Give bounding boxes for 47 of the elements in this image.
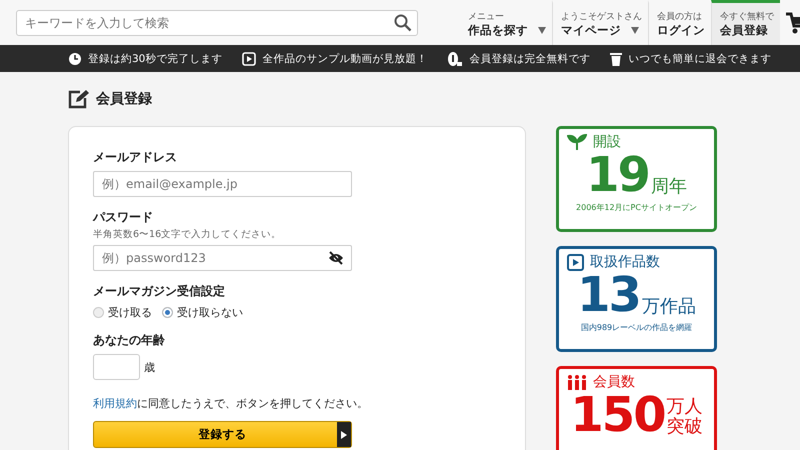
benefit-text: 会員登録は完全無料です: [469, 52, 590, 66]
search-icon[interactable]: [394, 14, 412, 32]
stat-unit: 万作品: [642, 297, 696, 319]
terms-link[interactable]: 利用規約: [93, 397, 137, 410]
benefit-text: いつでも簡単に退会できます: [628, 52, 772, 66]
search-field[interactable]: キーワードを入力して検索: [16, 10, 418, 36]
sprout-icon: [567, 134, 587, 150]
clock-icon: [68, 52, 82, 66]
caret-icon: [538, 27, 546, 34]
coin-icon: [447, 50, 464, 66]
play-icon: [567, 254, 584, 270]
page-title: 会員登録: [96, 90, 152, 108]
register-button[interactable]: 登録する: [93, 421, 352, 448]
nav-link[interactable]: メニュー 作品を探す: [460, 0, 552, 45]
nav-link[interactable]: 今すぐ無料で 会員登録: [711, 0, 780, 45]
field-label: あなたの年齢: [93, 332, 166, 349]
edit-icon: [68, 89, 90, 109]
age-field[interactable]: [93, 354, 140, 380]
age-unit: 歳: [144, 360, 155, 374]
people-icon: [567, 374, 587, 390]
terms-text: 利用規約に同意したうえで、ボタンを押してください。: [93, 396, 369, 411]
field-label: メールアドレス: [93, 149, 178, 166]
play-icon: [242, 52, 256, 66]
stat-number: 13: [577, 271, 640, 319]
stat-note: 国内989レーベルの作品を網羅: [580, 322, 694, 333]
stat-title: 会員数: [593, 373, 635, 391]
stat-unit: 周年: [650, 177, 687, 199]
radio-option[interactable]: 受け取る: [93, 305, 152, 320]
benefit-text: 全作品のサンプル動画が見放題！: [262, 52, 428, 66]
trash-icon: [610, 52, 622, 66]
field-label: メールマガジン受信設定: [93, 283, 226, 300]
stat-number: 150: [570, 391, 665, 439]
stat-title: 開設: [593, 133, 621, 151]
cart-icon[interactable]: [786, 10, 800, 36]
stat-title: 取扱作品数: [590, 253, 660, 271]
caret-icon: [631, 27, 639, 34]
password-field[interactable]: 例）password123: [93, 245, 352, 271]
stat-unit: 万人 突破: [666, 397, 703, 439]
eye-slash-icon[interactable]: [328, 251, 344, 265]
stat-note: 2006年12月にPCサイトオープン: [575, 202, 698, 213]
email-field[interactable]: 例）email@example.jp: [93, 171, 352, 197]
field-label: パスワード: [93, 209, 154, 226]
stat-number: 19: [586, 151, 649, 199]
benefit-text: 登録は約30秒で完了します: [88, 52, 222, 66]
field-hint: 半角英数6〜16文字で入力してください。: [93, 228, 282, 241]
radio-option[interactable]: 受け取らない: [162, 305, 243, 320]
play-arrow-icon: [341, 430, 347, 438]
